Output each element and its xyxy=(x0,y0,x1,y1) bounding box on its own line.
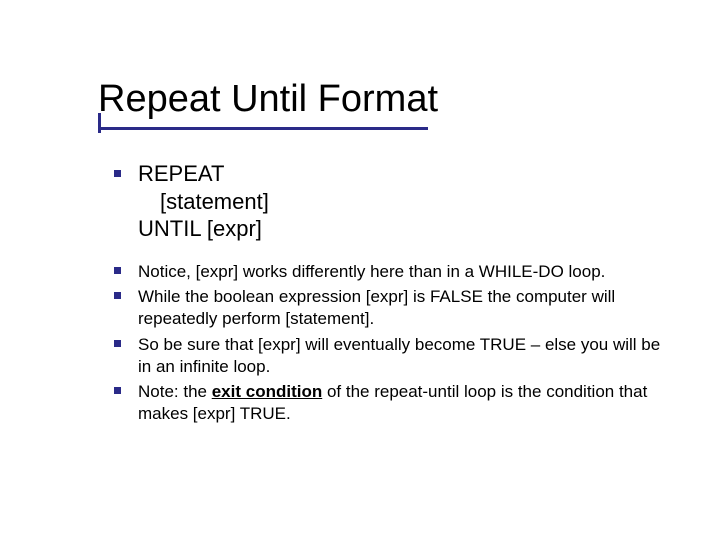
slide-body: REPEAT [statement] UNTIL [expr] Notice, … xyxy=(108,160,670,429)
syntax-line-1: REPEAT xyxy=(138,161,224,186)
syntax-line-2: [statement] xyxy=(138,188,670,216)
syntax-line-3: UNTIL [expr] xyxy=(138,216,262,241)
title-tick xyxy=(98,113,101,133)
bullet-icon xyxy=(114,292,121,299)
bullet-point-note: Note: the exit condition of the repeat-u… xyxy=(108,381,670,425)
bullet-text: So be sure that [expr] will eventually b… xyxy=(138,335,660,376)
bullet-icon xyxy=(114,340,121,347)
bullet-point: Notice, [expr] works differently here th… xyxy=(108,261,670,283)
slide-header: Repeat Until Format xyxy=(98,78,438,130)
slide-title: Repeat Until Format xyxy=(98,78,438,121)
bullet-point: While the boolean expression [expr] is F… xyxy=(108,286,670,330)
bullet-text: While the boolean expression [expr] is F… xyxy=(138,287,615,328)
bullet-icon xyxy=(114,387,121,394)
bullet-text: Notice, [expr] works differently here th… xyxy=(138,262,605,281)
note-prefix: Note: the xyxy=(138,382,212,401)
syntax-block: REPEAT [statement] UNTIL [expr] xyxy=(108,160,670,243)
bullet-icon xyxy=(114,170,121,177)
title-rule xyxy=(98,127,428,130)
note-emphasis: exit condition xyxy=(212,382,323,401)
bullet-icon xyxy=(114,267,121,274)
bullet-point: So be sure that [expr] will eventually b… xyxy=(108,334,670,378)
